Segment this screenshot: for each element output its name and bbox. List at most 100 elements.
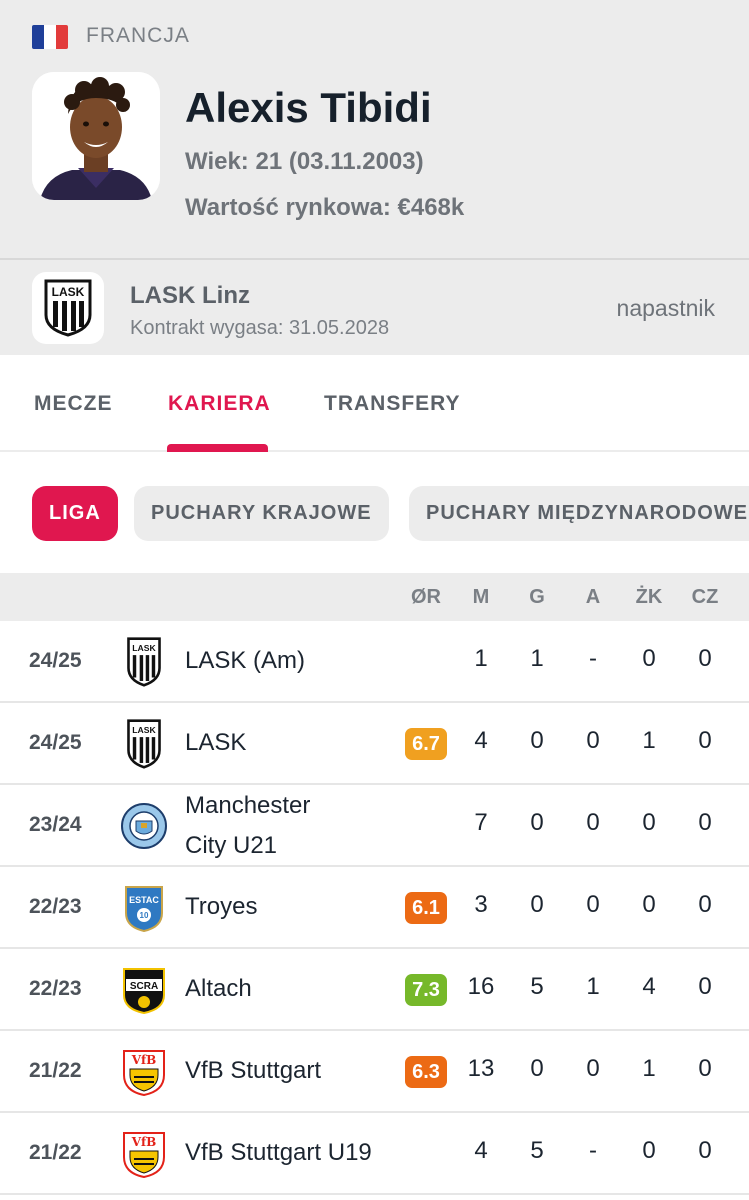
lask-logo-icon: LASK — [120, 637, 168, 687]
rating-badge: 6.7 — [405, 728, 447, 760]
stat-red-cards: 0 — [698, 727, 712, 754]
stat-assists: 0 — [586, 891, 600, 918]
stat-goals: 0 — [530, 809, 544, 836]
player-photo — [32, 72, 160, 200]
stat-matches: 1 — [474, 645, 488, 672]
player-position: napastnik — [616, 295, 715, 321]
team-name: Manchester City U21 — [185, 792, 311, 859]
team-name: Altach — [185, 975, 252, 1002]
svg-text:LASK: LASK — [132, 725, 156, 735]
header-goals: G — [529, 586, 545, 608]
tab-matches[interactable]: MECZE — [34, 392, 113, 416]
stat-assists: 0 — [586, 809, 600, 836]
stuttgart-logo-icon: VfB — [120, 1047, 168, 1097]
header-avg-rating: ØR — [411, 586, 441, 608]
table-header: ØR M G A ŻK CZ — [0, 573, 749, 621]
stat-assists: - — [589, 1137, 597, 1164]
stat-goals: 0 — [530, 1055, 544, 1082]
rating-badge: 6.3 — [405, 1056, 447, 1088]
svg-text:10: 10 — [140, 911, 149, 920]
france-flag-icon — [32, 25, 68, 49]
stat-matches: 7 — [474, 809, 488, 836]
stat-matches: 16 — [467, 973, 495, 1000]
header-matches: M — [472, 586, 490, 608]
stat-goals: 1 — [530, 645, 544, 672]
profile-tabs: MECZE KARIERA TRANSFERY — [0, 355, 749, 452]
stat-assists: 0 — [586, 727, 600, 754]
stat-yellow-cards: 0 — [642, 891, 656, 918]
lask-logo-icon: LASK — [120, 719, 168, 769]
club-name[interactable]: LASK Linz — [130, 282, 250, 310]
player-market-value: Wartość rynkowa: €468k — [185, 194, 465, 221]
stat-goals: 0 — [530, 891, 544, 918]
table-row[interactable]: 22/23 SCRA Altach 7.3 16 5 1 4 0 — [0, 949, 749, 1031]
player-age: Wiek: 21 (03.11.2003) — [185, 148, 424, 175]
table-row[interactable]: 23/24 Manchester City U21 7 0 0 0 0 — [0, 785, 749, 867]
tab-career[interactable]: KARIERA — [168, 392, 271, 416]
stat-goals: 5 — [530, 1137, 544, 1164]
active-tab-indicator — [167, 444, 268, 452]
season: 22/23 — [29, 895, 82, 918]
mancity-logo-icon — [120, 801, 168, 851]
stat-red-cards: 0 — [698, 809, 712, 836]
stat-yellow-cards: 1 — [642, 1055, 656, 1082]
player-header: FRANCJA Alexis Tibidi Wiek: 21 (03.11.20… — [0, 0, 749, 258]
team-name: Troyes — [185, 893, 258, 920]
country-label: FRANCJA — [86, 24, 190, 47]
season: 23/24 — [29, 813, 82, 836]
player-name: Alexis Tibidi — [185, 84, 432, 131]
stat-yellow-cards: 0 — [642, 1137, 656, 1164]
stat-assists: - — [589, 645, 597, 672]
stat-goals: 0 — [530, 727, 544, 754]
contract-expiry: Kontrakt wygasa: 31.05.2028 — [130, 317, 390, 339]
header-assists: A — [585, 586, 601, 608]
club-strip[interactable]: LASK LASK Linz Kontrakt wygasa: 31.05.20… — [0, 260, 749, 355]
svg-text:ESTAC: ESTAC — [129, 895, 159, 905]
altach-logo-icon: SCRA — [120, 965, 168, 1015]
table-row[interactable]: 24/25 LASK LASK 6.7 4 0 0 1 0 — [0, 703, 749, 785]
stat-matches: 13 — [467, 1055, 495, 1082]
svg-text:VfB: VfB — [131, 1053, 157, 1067]
stat-yellow-cards: 1 — [642, 727, 656, 754]
stat-goals: 5 — [530, 973, 544, 1000]
season: 21/22 — [29, 1141, 82, 1164]
season: 24/25 — [29, 649, 82, 672]
rating-badge: 7.3 — [405, 974, 447, 1006]
stat-matches: 4 — [474, 727, 488, 754]
filter-league-chip[interactable]: LIGA — [32, 486, 118, 541]
stat-yellow-cards: 0 — [642, 809, 656, 836]
stat-red-cards: 0 — [698, 891, 712, 918]
table-row[interactable]: 21/22 VfB VfB Stuttgart U19 4 5 - 0 0 — [0, 1113, 749, 1195]
rating-badge: 6.1 — [405, 892, 447, 924]
stat-red-cards: 0 — [698, 1055, 712, 1082]
team-name: LASK (Am) — [185, 647, 306, 674]
table-row[interactable]: 21/22 VfB VfB Stuttgart 6.3 13 0 0 1 0 — [0, 1031, 749, 1113]
table-row[interactable]: 24/25 LASK LASK (Am) 1 1 - 0 0 — [0, 621, 749, 703]
tab-transfers[interactable]: TRANSFERY — [324, 392, 461, 416]
table-row[interactable]: 22/23 ESTAC 10 Troyes 6.1 3 0 0 0 0 — [0, 867, 749, 949]
season: 21/22 — [29, 1059, 82, 1082]
season: 22/23 — [29, 977, 82, 1000]
stat-red-cards: 0 — [698, 1137, 712, 1164]
stat-assists: 0 — [586, 1055, 600, 1082]
filter-domestic-cups-chip[interactable]: PUCHARY KRAJOWE — [134, 486, 389, 541]
stuttgart-logo-icon: VfB — [120, 1129, 168, 1179]
lask-logo-icon: LASK — [32, 272, 104, 344]
stat-assists: 1 — [586, 973, 600, 1000]
header-yellow-cards: ŻK — [635, 586, 663, 608]
header-red-cards: CZ — [691, 586, 719, 608]
team-name: VfB Stuttgart U19 — [185, 1139, 372, 1166]
stat-red-cards: 0 — [698, 973, 712, 1000]
team-name: LASK — [185, 729, 247, 756]
troyes-logo-icon: ESTAC 10 — [120, 883, 168, 933]
svg-text:LASK: LASK — [52, 285, 85, 299]
team-name: VfB Stuttgart — [185, 1057, 322, 1084]
filter-international-cups-chip[interactable]: PUCHARY MIĘDZYNARODOWE — [409, 486, 749, 541]
svg-text:SCRA: SCRA — [130, 981, 158, 992]
stat-matches: 4 — [474, 1137, 488, 1164]
svg-text:LASK: LASK — [132, 643, 156, 653]
stat-yellow-cards: 4 — [642, 973, 656, 1000]
svg-text:VfB: VfB — [131, 1135, 157, 1149]
stat-yellow-cards: 0 — [642, 645, 656, 672]
season: 24/25 — [29, 731, 82, 754]
